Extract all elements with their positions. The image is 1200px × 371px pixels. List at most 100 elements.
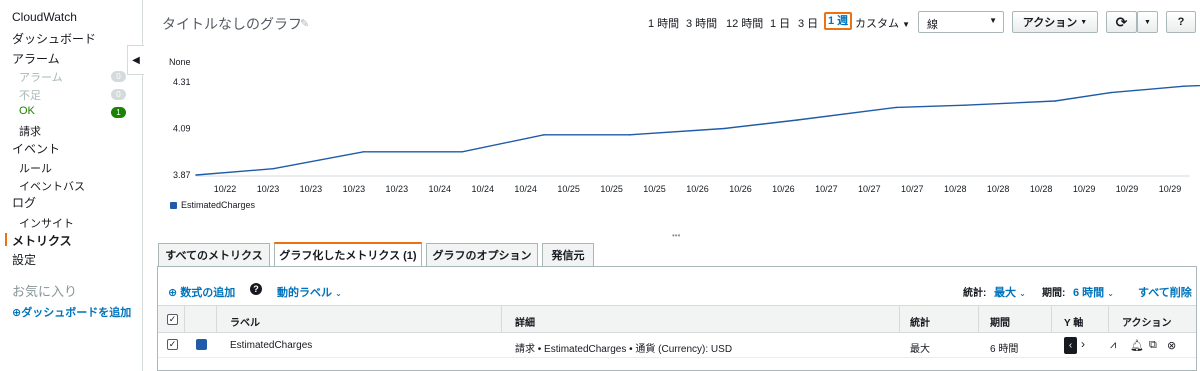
help-icon: ? bbox=[1177, 16, 1185, 28]
sidebar-item-alarm-state[interactable]: アラーム bbox=[19, 69, 63, 85]
custom-range-dropdown[interactable]: カスタム ▼ bbox=[855, 15, 910, 31]
row-period[interactable]: 6 時間 bbox=[990, 340, 1018, 355]
x-tick-label: 10/27 bbox=[815, 184, 838, 194]
sidebar-item-rules[interactable]: ルール bbox=[19, 160, 52, 176]
row-checkbox[interactable]: ✓ bbox=[167, 339, 178, 350]
range-3d[interactable]: 3 日 bbox=[798, 15, 818, 31]
data-point bbox=[723, 127, 726, 130]
sidebar-item-insights[interactable]: インサイト bbox=[19, 215, 74, 231]
series-color-swatch[interactable] bbox=[196, 339, 207, 350]
tab-graph-options[interactable]: グラフのオプション bbox=[426, 243, 538, 266]
active-indicator bbox=[5, 233, 7, 246]
caret-down-icon: ▼ bbox=[989, 16, 997, 25]
graph-metric-icon[interactable]: ⩘ bbox=[1110, 339, 1116, 352]
sidebar-item-ok[interactable]: OK bbox=[19, 105, 35, 117]
col-stat[interactable]: 統計 bbox=[910, 314, 930, 329]
legend-swatch bbox=[170, 202, 177, 209]
bell-icon[interactable]: 🔔︎ bbox=[1130, 339, 1144, 352]
sidebar-item-metrics[interactable]: メトリクス bbox=[12, 232, 72, 249]
range-3h[interactable]: 3 時間 bbox=[686, 15, 717, 31]
y-axis-right-button[interactable]: › bbox=[1081, 337, 1085, 351]
data-point bbox=[964, 104, 966, 107]
chart-type-select[interactable]: 線 ▼ bbox=[918, 11, 1004, 33]
tab-source[interactable]: 発信元 bbox=[542, 243, 594, 266]
legend-label: EstimatedCharges bbox=[181, 200, 256, 210]
data-point bbox=[796, 119, 799, 121]
col-detail[interactable]: 詳細 bbox=[515, 314, 535, 329]
col-period[interactable]: 期間 bbox=[990, 314, 1010, 329]
sidebar-item-settings[interactable]: 設定 bbox=[12, 251, 36, 268]
period-dropdown[interactable]: 6 時間 ⌄ bbox=[1073, 284, 1114, 300]
data-point bbox=[543, 134, 545, 136]
y-axis-label: None bbox=[169, 57, 191, 67]
stat-dropdown[interactable]: 最大 ⌄ bbox=[994, 284, 1026, 300]
metrics-toolbar: ⊕ 数式の追加 ? 動的ラベル ⌄ 統計: 最大 ⌄ 期間: 6 時間 ⌄ すべ… bbox=[158, 278, 1196, 302]
graph-title[interactable]: タイトルなしのグラフ bbox=[162, 14, 302, 34]
close-icon[interactable]: ⊗ bbox=[1167, 339, 1176, 352]
x-tick-label: 10/22 bbox=[214, 184, 237, 194]
data-point bbox=[1110, 91, 1112, 94]
tab-graphed-metrics[interactable]: グラフ化したメトリクス (1) bbox=[274, 242, 422, 266]
row-label[interactable]: EstimatedCharges bbox=[230, 340, 312, 351]
x-tick-label: 10/25 bbox=[643, 184, 666, 194]
add-dashboard-link[interactable]: ⊕ダッシュボードを追加 bbox=[12, 304, 131, 320]
sidebar-item-event-buses[interactable]: イベントバス bbox=[19, 178, 85, 194]
col-label[interactable]: ラベル bbox=[230, 314, 260, 329]
copy-icon[interactable]: ⧉ bbox=[1149, 339, 1157, 352]
dynamic-label-text: 動的ラベル bbox=[277, 287, 332, 299]
collapse-sidebar-button[interactable]: ◀ bbox=[127, 45, 144, 75]
graphed-metrics-panel: ⊕ 数式の追加 ? 動的ラベル ⌄ 統計: 最大 ⌄ 期間: 6 時間 ⌄ すべ… bbox=[157, 266, 1197, 371]
data-point bbox=[1183, 85, 1185, 88]
sidebar-item-billing[interactable]: 請求 bbox=[19, 123, 41, 139]
dynamic-label-dropdown[interactable]: 動的ラベル ⌄ bbox=[277, 284, 342, 300]
x-tick-label: 10/24 bbox=[429, 184, 452, 194]
range-1h[interactable]: 1 時間 bbox=[648, 15, 679, 31]
x-tick-label: 10/29 bbox=[1116, 184, 1139, 194]
sidebar-item-cloudwatch[interactable]: CloudWatch bbox=[12, 10, 77, 24]
refresh-options-button[interactable]: ▼ bbox=[1137, 11, 1158, 33]
delete-all-button[interactable]: すべて削除 bbox=[1138, 284, 1192, 300]
plus-circle-icon: ⊕ bbox=[168, 287, 178, 299]
pencil-icon[interactable]: ✎ bbox=[300, 17, 309, 30]
sidebar-item-events[interactable]: イベント bbox=[12, 140, 60, 157]
x-tick-label: 10/26 bbox=[729, 184, 752, 194]
actions-button[interactable]: アクション ▼ bbox=[1012, 11, 1098, 33]
range-1d[interactable]: 1 日 bbox=[770, 15, 790, 31]
period-value: 6 時間 bbox=[1073, 287, 1105, 299]
caret-down-icon: ▼ bbox=[902, 20, 910, 29]
select-all-checkbox[interactable]: ✓ bbox=[167, 314, 178, 325]
ok-count-badge: 1 bbox=[111, 107, 126, 118]
divider bbox=[978, 305, 979, 333]
row-stat[interactable]: 最大 bbox=[910, 340, 930, 355]
tab-all-metrics[interactable]: すべてのメトリクス bbox=[158, 243, 270, 266]
help-icon[interactable]: ? bbox=[250, 283, 262, 295]
y-tick-label: 4.31 bbox=[173, 77, 191, 87]
range-12h[interactable]: 12 時間 bbox=[726, 15, 763, 31]
sidebar-item-logs[interactable]: ログ bbox=[12, 194, 36, 211]
add-math-button[interactable]: ⊕ 数式の追加 bbox=[168, 284, 235, 300]
data-point bbox=[895, 106, 897, 109]
favorites-heading: お気に入り bbox=[12, 284, 78, 299]
x-tick-label: 10/29 bbox=[1073, 184, 1096, 194]
sidebar-item-alarms[interactable]: アラーム bbox=[12, 50, 60, 67]
y-axis-left-button[interactable]: ‹ bbox=[1064, 337, 1077, 354]
data-point bbox=[629, 134, 631, 136]
y-tick-label: 3.87 bbox=[173, 170, 191, 180]
sidebar-item-insufficient[interactable]: 不足 bbox=[19, 87, 41, 103]
x-tick-label: 10/28 bbox=[944, 184, 967, 194]
refresh-button[interactable]: ⟳ bbox=[1106, 11, 1137, 33]
data-point bbox=[1054, 100, 1056, 102]
chart-legend[interactable]: EstimatedCharges bbox=[170, 200, 255, 210]
x-tick-label: 10/28 bbox=[987, 184, 1010, 194]
divider bbox=[216, 305, 217, 333]
data-point bbox=[272, 167, 275, 170]
data-point bbox=[195, 174, 197, 176]
col-y-axis[interactable]: Y 軸 bbox=[1064, 314, 1083, 329]
help-button[interactable]: ? bbox=[1166, 11, 1196, 33]
resize-handle[interactable]: ••• bbox=[672, 231, 680, 240]
range-1w[interactable]: 1 週 bbox=[824, 12, 853, 30]
sidebar-item-dashboards[interactable]: ダッシュボード bbox=[12, 30, 96, 47]
col-actions[interactable]: アクション bbox=[1122, 314, 1172, 329]
caret-down-icon: ▼ bbox=[1144, 18, 1151, 26]
refresh-icon: ⟳ bbox=[1115, 13, 1128, 30]
